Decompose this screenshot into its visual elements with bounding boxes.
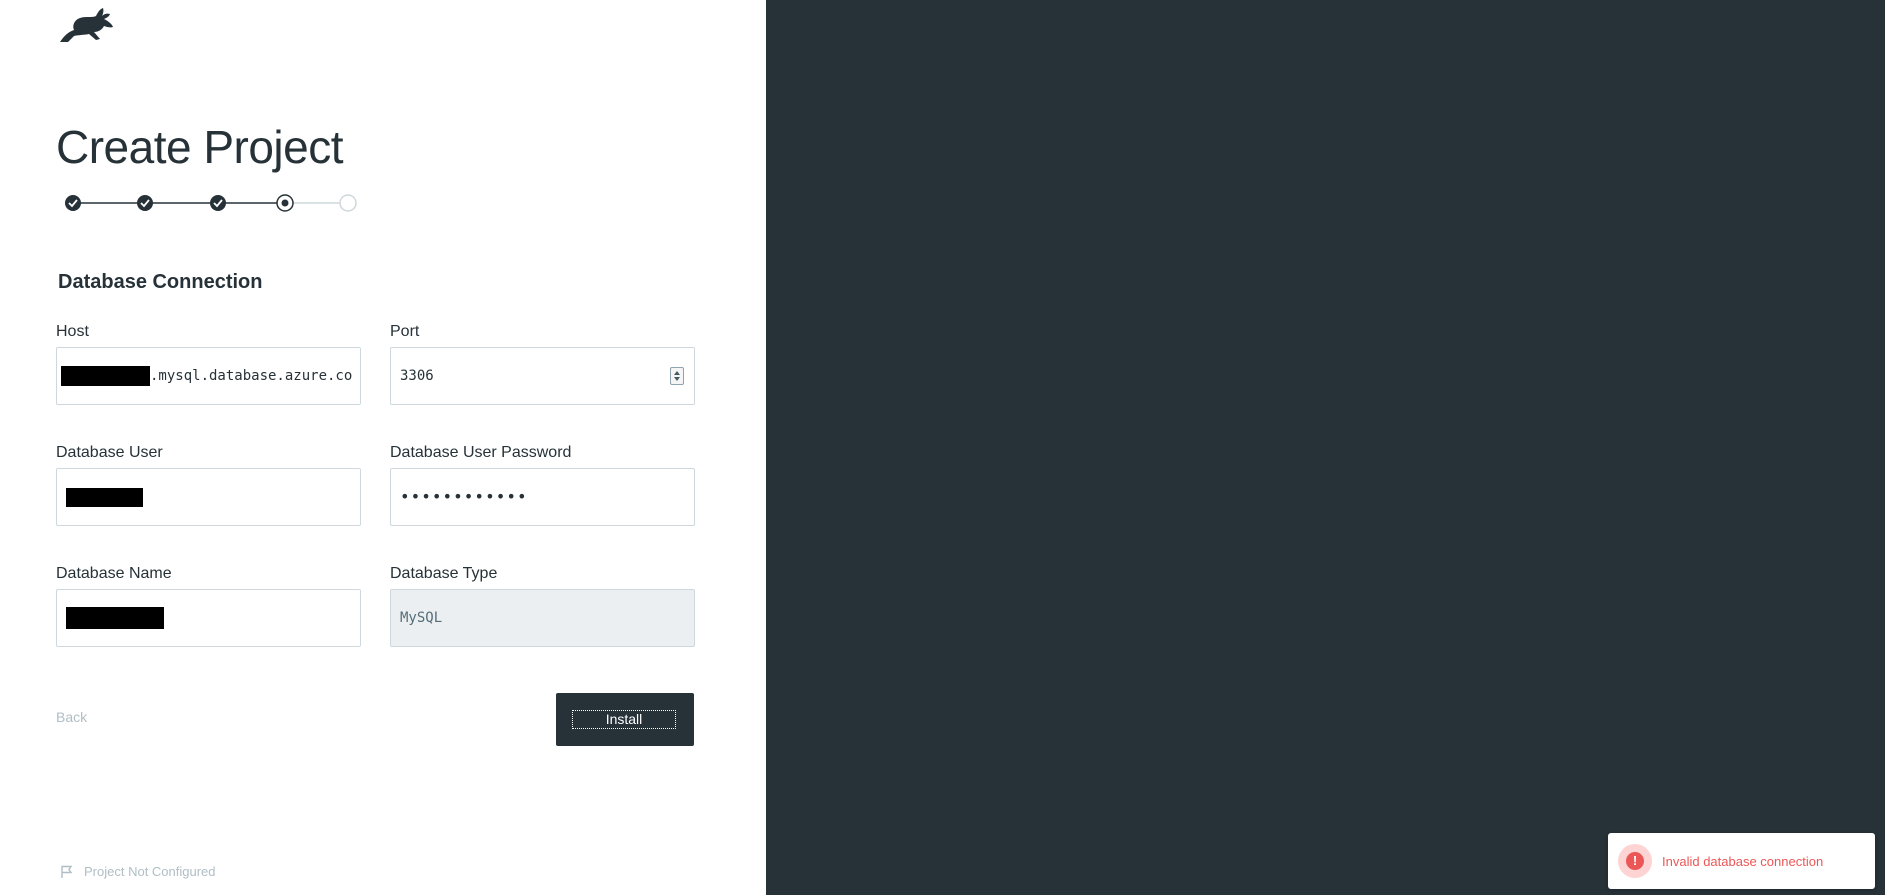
install-button-label: Install [572,710,676,729]
install-button[interactable]: Install [556,693,694,746]
section-title: Database Connection [58,271,263,293]
db-type-input: MySQL [390,589,695,647]
db-password-label: Database User Password [390,444,572,461]
error-toast-message: Invalid database connection [1662,853,1824,869]
page-title: Create Project [56,121,344,173]
db-user-label: Database User [56,444,163,461]
db-user-input[interactable] [56,468,361,526]
host-label: Host [56,323,89,340]
db-name-input[interactable] [56,589,361,647]
db-name-field-group: Database Name [56,563,361,647]
db-type-value: MySQL [400,610,443,626]
error-icon: ! [1618,844,1652,878]
db-password-field-group: Database User Password •••••••••••• [390,442,695,526]
redacted-block [66,607,164,629]
step-1-complete-icon [65,195,81,211]
host-input[interactable]: .mysql.database.azure.co [56,347,361,405]
flag-icon [61,865,73,878]
back-link[interactable]: Back [56,709,87,725]
right-panel [766,0,1885,895]
db-user-field-group: Database User [56,442,361,526]
project-status: Project Not Configured [60,864,216,879]
port-field-group: Port 3306 [390,321,695,405]
password-mask: •••••••••••• [400,487,528,506]
error-icon-glyph: ! [1626,852,1644,870]
step-4-current-icon [276,194,294,212]
db-type-field-group: Database Type MySQL [390,563,695,647]
rabbit-logo-icon [56,6,116,44]
step-2-complete-icon [137,195,153,211]
port-label: Port [390,323,420,340]
error-toast[interactable]: ! Invalid database connection [1608,833,1875,889]
left-panel: Create Project Database Connection Host … [0,0,766,895]
number-spinner-icon[interactable] [670,367,684,385]
db-name-label: Database Name [56,565,172,582]
step-3-complete-icon [210,195,226,211]
redacted-block [61,366,150,386]
redacted-block [66,487,143,507]
progress-stepper [63,193,359,213]
host-field-group: Host .mysql.database.azure.co [56,321,361,405]
db-password-input[interactable]: •••••••••••• [390,468,695,526]
project-status-text: Project Not Configured [84,864,216,879]
port-value: 3306 [400,368,434,384]
port-input[interactable]: 3306 [390,347,695,405]
host-value-text: .mysql.database.azure.co [150,368,353,384]
step-5-pending-icon [339,194,357,212]
db-type-label: Database Type [390,565,498,582]
